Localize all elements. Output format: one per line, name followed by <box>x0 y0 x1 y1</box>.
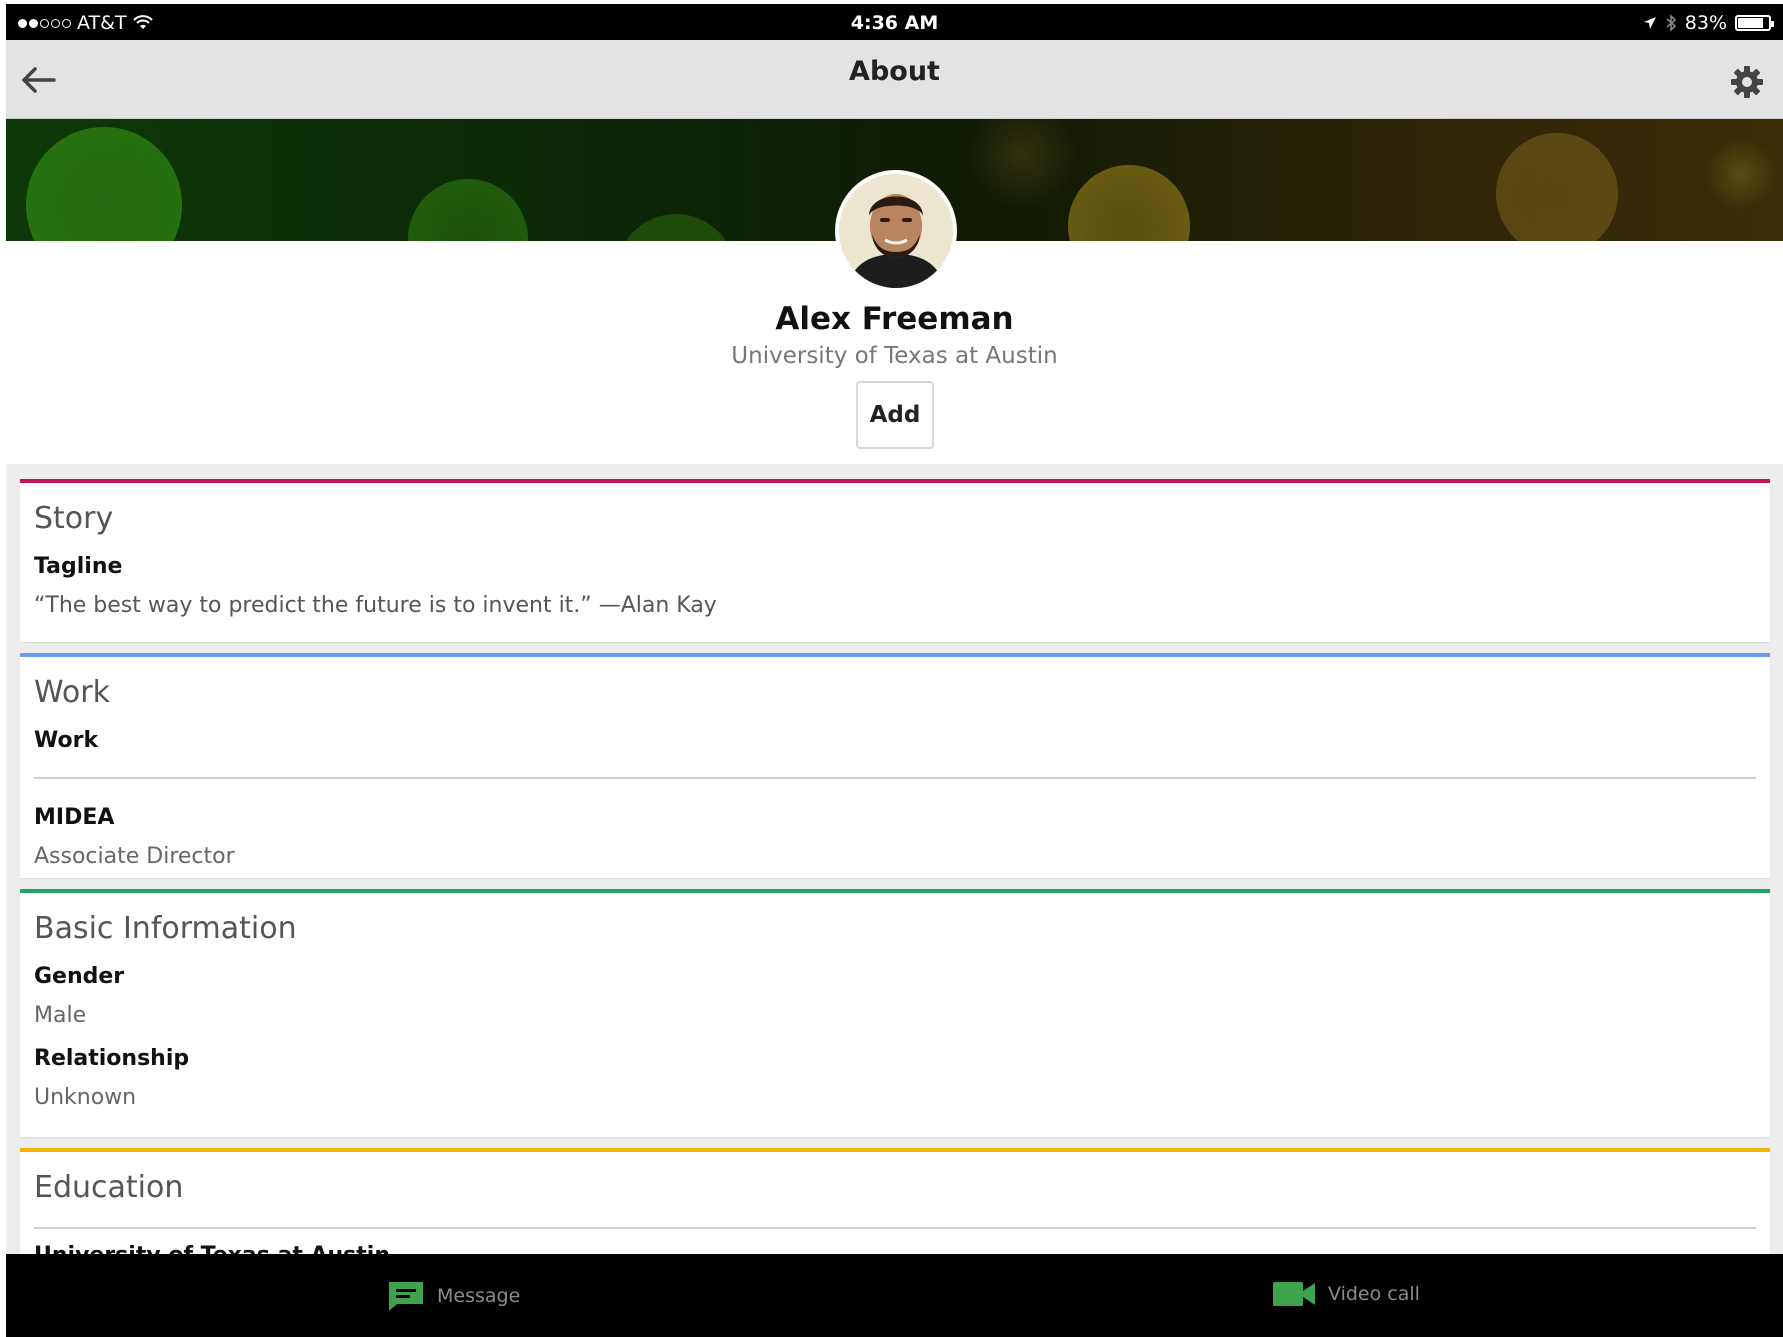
video-call-button[interactable]: Video call <box>1272 1280 1420 1308</box>
basic-information-card: Basic Information Gender Male Relationsh… <box>20 889 1770 1137</box>
job-position: Associate Director <box>34 844 235 869</box>
message-label: Message <box>437 1285 521 1307</box>
app-bar: About <box>6 40 1783 119</box>
avatar-photo <box>839 174 953 288</box>
gender-value: Male <box>34 1003 87 1028</box>
gender-label: Gender <box>34 964 125 989</box>
story-card: Story Tagline “The best way to predict t… <box>20 479 1770 642</box>
battery-level <box>1738 18 1763 28</box>
bokeh-light <box>26 127 182 241</box>
story-title: Story <box>34 501 114 536</box>
back-arrow-icon <box>22 67 56 93</box>
video-call-label: Video call <box>1328 1283 1420 1305</box>
relationship-value: Unknown <box>34 1085 137 1110</box>
profile-name: Alex Freeman <box>775 301 1014 337</box>
video-camera-icon <box>1273 1282 1315 1306</box>
tagline-label: Tagline <box>34 554 123 579</box>
education-title: Education <box>34 1170 184 1205</box>
add-button[interactable]: Add <box>856 381 934 449</box>
message-icon <box>389 1282 423 1311</box>
company-name: MIDEA <box>34 805 115 830</box>
back-button[interactable] <box>16 58 60 102</box>
tagline-value: “The best way to predict the future is t… <box>34 593 717 618</box>
message-button[interactable]: Message <box>387 1280 520 1312</box>
divider <box>34 1227 1756 1229</box>
bottom-action-bar: Message Video call <box>6 1254 1783 1337</box>
profile-subtitle: University of Texas at Austin <box>731 343 1058 369</box>
work-label: Work <box>34 728 99 753</box>
work-title: Work <box>34 675 110 710</box>
status-bar: AT&T 4:36 AM 83% <box>6 4 1783 40</box>
location-arrow-icon <box>1643 17 1656 29</box>
bokeh-light <box>1068 165 1190 241</box>
bokeh-light <box>1706 139 1776 209</box>
bokeh-light <box>966 119 1076 209</box>
relationship-label: Relationship <box>34 1046 190 1071</box>
gear-icon <box>1731 66 1763 98</box>
status-time: 4:36 AM <box>850 12 939 34</box>
battery-percent: 83% <box>1684 12 1727 34</box>
work-card: Work Work MIDEA Associate Director <box>20 653 1770 878</box>
bokeh-light <box>616 214 736 241</box>
settings-button[interactable] <box>1725 60 1769 104</box>
bokeh-light <box>408 179 528 241</box>
bokeh-light <box>1496 133 1618 241</box>
battery-icon <box>1735 15 1774 31</box>
page-title: About <box>849 56 940 87</box>
app-screen: AT&T 4:36 AM 83% About Alex Freeman Univ… <box>6 4 1783 1337</box>
status-right: 83% <box>1643 12 1774 34</box>
bluetooth-icon <box>1666 14 1676 32</box>
divider <box>34 777 1756 779</box>
avatar[interactable] <box>835 170 957 292</box>
basic-information-title: Basic Information <box>34 911 297 946</box>
